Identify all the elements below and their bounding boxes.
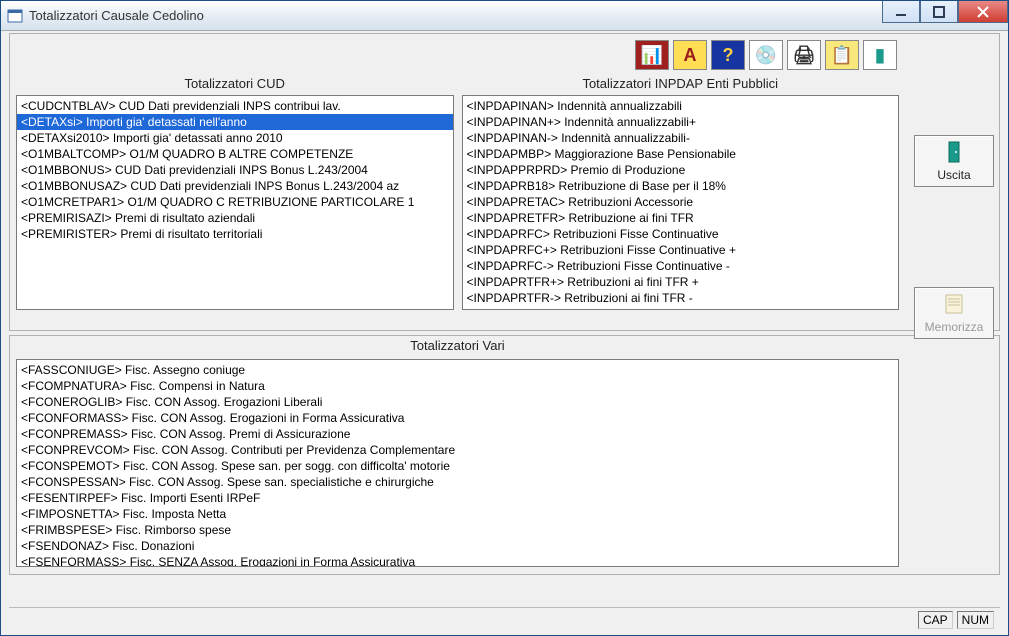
list-item[interactable]: <INPDAPINAN> Indennità annualizzabili xyxy=(463,98,899,114)
uscita-button[interactable]: Uscita xyxy=(914,135,994,187)
list-item[interactable]: <FCONPREMASS> Fisc. CON Assog. Premi di … xyxy=(17,426,898,442)
notes-icon[interactable]: 📋 xyxy=(825,40,859,70)
top-panel: 📊A?💿🖨📋▮ Totalizzatori CUD <CUDCNTBLAV> C… xyxy=(9,33,1000,331)
list-item[interactable]: <INPDAPRFC+> Retribuzioni Fisse Continua… xyxy=(463,242,899,258)
app-icon xyxy=(7,8,23,24)
list-item[interactable]: <FESENTIRPEF> Fisc. Importi Esenti IRPeF xyxy=(17,490,898,506)
list-item[interactable]: <FASSCONIUGE> Fisc. Assegno coniuge xyxy=(17,362,898,378)
list-item[interactable]: <O1MBBONUSAZ> CUD Dati previdenziali INP… xyxy=(17,178,453,194)
list-item[interactable]: <INPDAPINAN+> Indennità annualizzabili+ xyxy=(463,114,899,130)
list-item[interactable]: <FCONSPEMOT> Fisc. CON Assog. Spese san.… xyxy=(17,458,898,474)
list-item[interactable]: <DETAXsi> Importi gia' detassati nell'an… xyxy=(17,114,453,130)
statusbar: CAP NUM xyxy=(9,607,1000,631)
memorizza-button[interactable]: Memorizza xyxy=(914,287,994,339)
print-icon[interactable]: 🖨 xyxy=(787,40,821,70)
uscita-label: Uscita xyxy=(937,168,970,182)
list-item[interactable]: <FSENDONAZ> Fisc. Donazioni xyxy=(17,538,898,554)
inpdap-column: Totalizzatori INPDAP Enti Pubblici <INPD… xyxy=(462,74,900,310)
list-item[interactable]: <INPDAPINAN-> Indennità annualizzabili- xyxy=(463,130,899,146)
list-item[interactable]: <FSENFORMASS> Fisc. SENZA Assog. Erogazi… xyxy=(17,554,898,567)
list-item[interactable]: <PREMIRISTER> Premi di risultato territo… xyxy=(17,226,453,242)
list-item[interactable]: <DETAXsi2010> Importi gia' detassati ann… xyxy=(17,130,453,146)
text-format-icon[interactable]: A xyxy=(673,40,707,70)
list-item[interactable]: <O1MBALTCOMP> O1/M QUADRO B ALTRE COMPET… xyxy=(17,146,453,162)
exit-door-icon xyxy=(917,140,991,168)
list-item[interactable]: <INPDAPRETFR> Retribuzione ai fini TFR xyxy=(463,210,899,226)
window-controls xyxy=(882,1,1008,30)
cud-header: Totalizzatori CUD xyxy=(16,74,454,95)
titlebar: Totalizzatori Causale Cedolino xyxy=(1,1,1008,31)
list-item[interactable]: <FCOMPNATURA> Fisc. Compensi in Natura xyxy=(17,378,898,394)
vari-listbox[interactable]: <FASSCONIUGE> Fisc. Assegno coniuge<FCOM… xyxy=(16,359,899,567)
toolbar: 📊A?💿🖨📋▮ xyxy=(16,34,899,74)
minimize-button[interactable] xyxy=(882,1,920,23)
list-item[interactable]: <INPDAPRB18> Retribuzione di Base per il… xyxy=(463,178,899,194)
window-title: Totalizzatori Causale Cedolino xyxy=(29,8,882,23)
list-item[interactable]: <PREMIRISAZI> Premi di risultato azienda… xyxy=(17,210,453,226)
list-item[interactable]: <INPDAPRFC-> Retribuzioni Fisse Continua… xyxy=(463,258,899,274)
save-notes-icon xyxy=(917,292,991,320)
list-item[interactable]: <INPDAPRTFR+> Retribuzioni ai fini TFR + xyxy=(463,274,899,290)
cud-listbox[interactable]: <CUDCNTBLAV> CUD Dati previdenziali INPS… xyxy=(16,95,454,310)
list-item[interactable]: <INPDAPRETAC> Retribuzioni Accessorie xyxy=(463,194,899,210)
list-item[interactable]: <FRIMBSPESE> Fisc. Rimborso spese xyxy=(17,522,898,538)
help-icon[interactable]: ? xyxy=(711,40,745,70)
status-num: NUM xyxy=(957,611,994,629)
list-item[interactable]: <O1MCRETPAR1> O1/M QUADRO C RETRIBUZIONE… xyxy=(17,194,453,210)
vari-header: Totalizzatori Vari xyxy=(16,336,899,357)
list-item[interactable]: <O1MBBONUS> CUD Dati previdenziali INPS … xyxy=(17,162,453,178)
close-button[interactable] xyxy=(958,1,1008,23)
inpdap-header: Totalizzatori INPDAP Enti Pubblici xyxy=(462,74,900,95)
chart-icon[interactable]: 📊 xyxy=(635,40,669,70)
disc-icon[interactable]: 💿 xyxy=(749,40,783,70)
list-item[interactable]: <INPDAPRFC> Retribuzioni Fisse Continuat… xyxy=(463,226,899,242)
maximize-button[interactable] xyxy=(920,1,958,23)
status-cap: CAP xyxy=(918,611,953,629)
list-item[interactable]: <CUDCNTBLAV> CUD Dati previdenziali INPS… xyxy=(17,98,453,114)
list-item[interactable]: <FIMPOSNETTA> Fisc. Imposta Netta xyxy=(17,506,898,522)
memorizza-label: Memorizza xyxy=(925,320,984,334)
list-item[interactable]: <FCONPREVCOM> Fisc. CON Assog. Contribut… xyxy=(17,442,898,458)
content-area: 📊A?💿🖨📋▮ Totalizzatori CUD <CUDCNTBLAV> C… xyxy=(1,31,1008,635)
list-item[interactable]: <FCONEROGLIB> Fisc. CON Assog. Erogazion… xyxy=(17,394,898,410)
exit-door-icon[interactable]: ▮ xyxy=(863,40,897,70)
app-window: Totalizzatori Causale Cedolino 📊A?💿🖨📋▮ T… xyxy=(0,0,1009,636)
list-item[interactable]: <INPDAPRTFR-> Retribuzioni ai fini TFR - xyxy=(463,290,899,306)
cud-column: Totalizzatori CUD <CUDCNTBLAV> CUD Dati … xyxy=(16,74,454,310)
side-buttons: Uscita Memorizza xyxy=(914,135,994,339)
vari-panel: Totalizzatori Vari <FASSCONIUGE> Fisc. A… xyxy=(9,335,1000,575)
inpdap-listbox[interactable]: <INPDAPINAN> Indennità annualizzabili<IN… xyxy=(462,95,900,310)
list-item[interactable]: <FCONSPESSAN> Fisc. CON Assog. Spese san… xyxy=(17,474,898,490)
list-item[interactable]: <INPDAPMBP> Maggiorazione Base Pensionab… xyxy=(463,146,899,162)
list-item[interactable]: <INPDAPPRPRD> Premio di Produzione xyxy=(463,162,899,178)
list-item[interactable]: <FCONFORMASS> Fisc. CON Assog. Erogazion… xyxy=(17,410,898,426)
